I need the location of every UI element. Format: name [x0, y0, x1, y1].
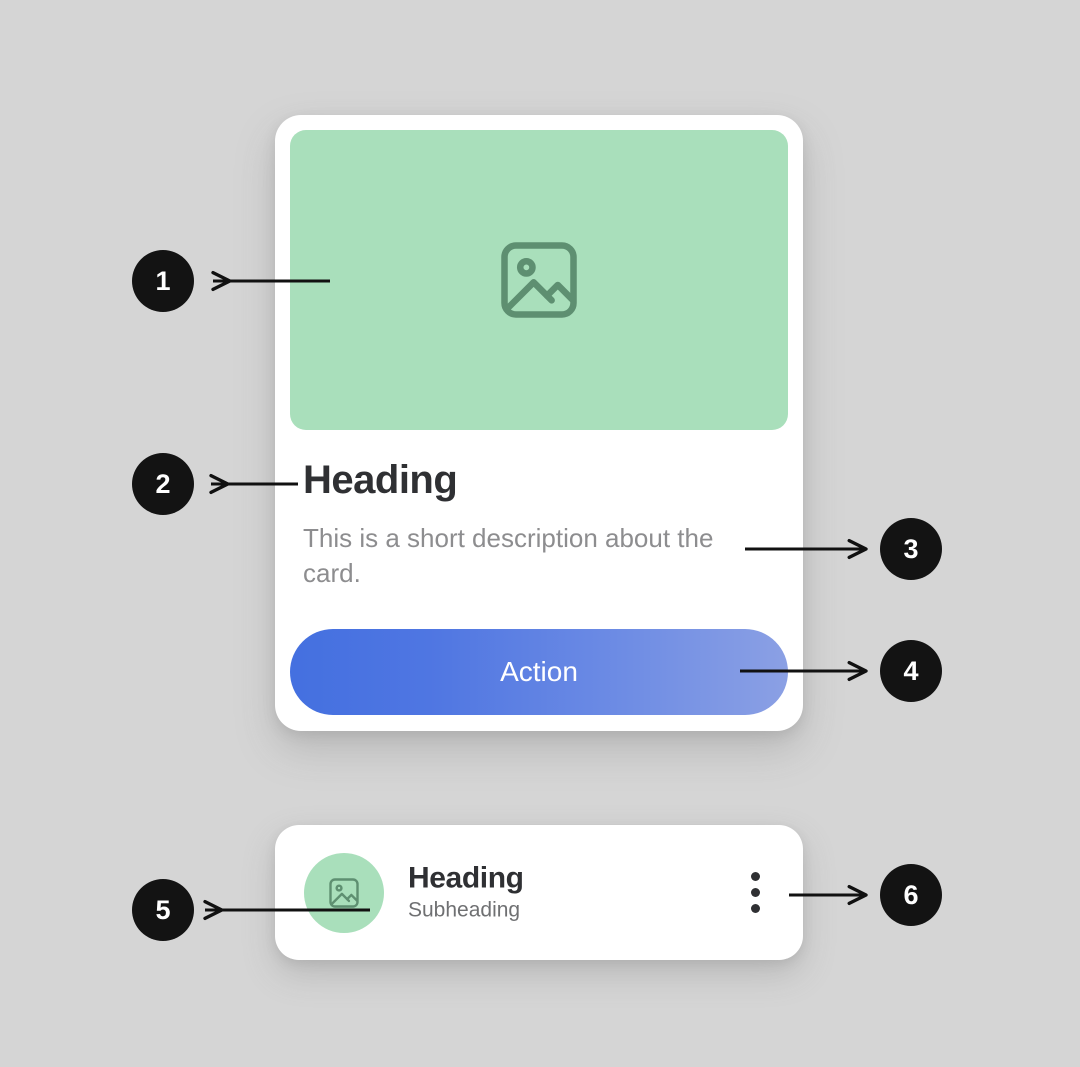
annotation-badge-6: 6 — [880, 864, 942, 926]
annotation-badge-3: 3 — [880, 518, 942, 580]
annotation-badge-1: 1 — [132, 250, 194, 312]
image-placeholder-icon — [501, 242, 577, 318]
more-vertical-icon[interactable] — [741, 869, 769, 917]
card-media-area — [290, 130, 788, 430]
annotation-badge-4: 4 — [880, 640, 942, 702]
list-item-subheading: Subheading — [408, 898, 521, 922]
card-description: This is a short description about the ca… — [303, 523, 714, 589]
list-item-text: Heading Subheading — [408, 861, 524, 924]
list-item-card[interactable]: Heading Subheading — [275, 825, 803, 960]
annotated-card-canvas: Heading This is a short description abou… — [0, 0, 1080, 1067]
kebab-dot — [750, 904, 760, 913]
list-item-avatar — [304, 852, 384, 933]
image-placeholder-icon — [329, 877, 359, 908]
list-item-heading: Heading — [408, 861, 524, 895]
annotation-badge-5: 5 — [132, 879, 194, 941]
kebab-dot — [750, 888, 760, 897]
kebab-dot — [750, 872, 760, 881]
annotation-badge-2: 2 — [132, 453, 194, 515]
card-heading: Heading — [303, 458, 458, 502]
feature-card[interactable]: Heading This is a short description abou… — [275, 115, 803, 731]
card-action-button[interactable]: Action — [290, 629, 788, 715]
